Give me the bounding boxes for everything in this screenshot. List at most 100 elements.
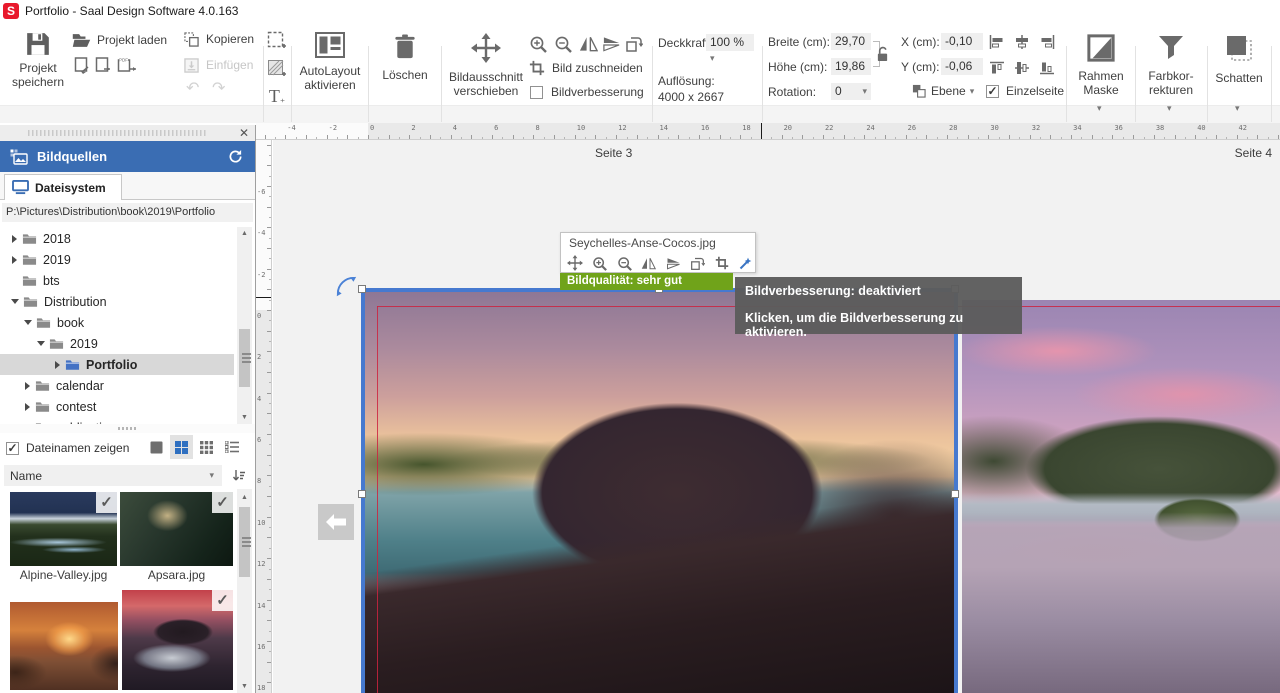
align-top-button[interactable] (988, 60, 1006, 76)
flip-horizontal-button[interactable] (578, 34, 598, 54)
sort-direction-button[interactable] (228, 465, 249, 486)
single-page-checkbox[interactable]: ✓ Einzelseite (986, 83, 1064, 99)
tree-item-publications[interactable]: publications (0, 417, 234, 424)
single-page-checkbox-box: ✓ (986, 85, 999, 98)
handle-mid-left[interactable] (358, 490, 366, 498)
overlay-crop-icon[interactable] (715, 256, 729, 270)
align-left-button[interactable] (988, 34, 1006, 50)
tree-scrollbar-thumb[interactable] (239, 329, 250, 387)
overlay-flip-h-icon[interactable] (641, 257, 656, 270)
view-single-icon (150, 441, 163, 454)
canvas[interactable]: Seite 3 Seite 4 Seychelles-Anse-Cocos.jp… (273, 140, 1280, 693)
crop-image-button[interactable]: Bild zuschneiden (529, 59, 643, 77)
delete-button[interactable]: Löschen (371, 27, 439, 105)
overlay-enhance-wand-icon[interactable] (738, 256, 753, 271)
tree-item-contest[interactable]: contest (0, 396, 234, 417)
align-middle-v-button[interactable] (1013, 60, 1031, 76)
panel-drag-handle[interactable]: ✕ (0, 125, 255, 141)
thumbnails-scrollbar-thumb[interactable] (239, 507, 250, 577)
tree-scroll-down-icon[interactable]: ▼ (237, 411, 252, 424)
panel-close-icon[interactable]: ✕ (239, 126, 249, 140)
flip-vertical-button[interactable] (601, 34, 621, 54)
redo-icon[interactable]: ↷ (212, 78, 225, 98)
overlay-flip-v-icon[interactable] (666, 257, 681, 270)
rotate-handle-icon[interactable] (333, 272, 361, 300)
handle-mid-right[interactable] (951, 490, 959, 498)
sort-dropdown[interactable]: Name ▾ (4, 465, 222, 486)
path-field[interactable]: P:\Pictures\Distribution\book\2019\Portf… (2, 203, 253, 222)
align-center-h-button[interactable] (1013, 34, 1031, 50)
shadow-button[interactable]: Schatten ▾ (1208, 27, 1270, 123)
tab-filesystem[interactable]: Dateisystem (4, 174, 122, 200)
list-options-row: ✓ Dateinamen zeigen (0, 433, 255, 463)
page4-photo[interactable] (962, 300, 1280, 693)
tree-item-calendar[interactable]: calendar (0, 375, 234, 396)
tree-item-2019[interactable]: 2019 (0, 249, 234, 270)
export-project-button[interactable] (94, 56, 112, 76)
zoom-out-button[interactable] (553, 34, 573, 54)
overlay-icon-row (567, 253, 753, 273)
view-single-button[interactable] (145, 435, 168, 459)
thumbnail-australien-fingal[interactable]: ✓ (122, 590, 233, 690)
move-image-section-button[interactable]: Bildausschnitt verschieben (446, 27, 526, 105)
image-enhancement-checkbox[interactable]: Bildverbesserung (530, 84, 644, 100)
rotate-image-icon (625, 35, 643, 53)
refresh-icon[interactable] (228, 149, 243, 164)
save-project-button[interactable]: Projekt speichern (8, 27, 68, 103)
paste-button[interactable]: Einfügen (184, 57, 253, 73)
overlay-zoom-in-icon[interactable] (592, 256, 607, 271)
overlay-rotate-icon[interactable] (690, 256, 705, 271)
x-input[interactable]: -0,10 (941, 33, 983, 50)
overlay-zoom-out-icon[interactable] (617, 256, 632, 271)
view-grid-3-button[interactable] (195, 435, 218, 459)
view-grid-2-button[interactable] (170, 435, 193, 459)
zoom-in-button[interactable] (528, 34, 548, 54)
frame-mask-button[interactable]: Rahmen Maske ▾ (1067, 27, 1135, 123)
import-project-button[interactable] (72, 56, 90, 76)
tree-item-2019-sub[interactable]: 2019 (0, 333, 234, 354)
tree-item-2018[interactable]: 2018 (0, 228, 234, 249)
overlay-move-icon[interactable] (567, 255, 583, 271)
rotate-image-button[interactable] (624, 34, 644, 54)
rotation-select[interactable]: 0 ▾ (831, 83, 871, 100)
thumbs-scroll-up-icon[interactable]: ▲ (237, 491, 252, 504)
show-filenames-checkbox[interactable]: ✓ Dateinamen zeigen (6, 441, 129, 455)
add-text-button[interactable]: T₊ (266, 84, 288, 108)
add-fill-button[interactable] (266, 58, 288, 80)
add-image-frame-button[interactable] (266, 30, 288, 52)
color-corrections-button[interactable]: Farbkor-rekturen ▾ (1136, 27, 1206, 123)
width-input[interactable]: 29,70 (831, 33, 871, 50)
panel-splitter[interactable] (0, 424, 255, 433)
thumbnail-alpine-valley[interactable]: ✓ (10, 492, 117, 566)
tree-item-bts[interactable]: bts (0, 270, 234, 291)
undo-icon[interactable]: ↶ (186, 78, 199, 98)
thumbnail-apsara[interactable]: ✓ (120, 492, 233, 566)
thumbs-scroll-down-icon[interactable]: ▼ (237, 680, 252, 693)
y-input[interactable]: -0,06 (941, 58, 983, 75)
aspect-lock-icon[interactable] (876, 46, 889, 63)
thumbnail-australia-whisky-bay[interactable] (10, 602, 118, 690)
pdf-export-button[interactable]: PDF (116, 56, 138, 76)
tree-item-portfolio-selected[interactable]: Portfolio (0, 354, 234, 375)
panel-title: Bildquellen (37, 149, 107, 164)
sort-ascending-icon (232, 469, 246, 483)
align-middle-v-icon (1014, 61, 1030, 75)
tree-scroll-up-icon[interactable]: ▲ (237, 227, 252, 240)
tree-item-distribution[interactable]: Distribution (0, 291, 234, 312)
layer-dropdown[interactable]: Ebene ▾ (912, 83, 974, 99)
autolayout-button[interactable]: AutoLayout aktivieren (293, 27, 367, 105)
prev-page-button[interactable] (318, 504, 354, 540)
align-bottom-button[interactable] (1038, 60, 1056, 76)
tree-item-book[interactable]: book (0, 312, 234, 333)
view-list-button[interactable] (220, 435, 243, 459)
copy-button[interactable]: Kopieren (184, 31, 254, 47)
align-right-button[interactable] (1038, 34, 1056, 50)
selection-frame[interactable] (361, 288, 958, 693)
opacity-select[interactable]: 100 % ▾ (706, 34, 754, 51)
tree-scrollbar[interactable]: ▲ ▼ (237, 227, 252, 424)
height-input[interactable]: 19,86 (831, 58, 871, 75)
h-ruler-cursor-marker (761, 123, 762, 140)
panel-tab-bar: Dateisystem (0, 172, 255, 200)
thumbnails-scrollbar[interactable]: ▲ ▼ (237, 489, 252, 693)
load-project-button[interactable]: Projekt laden (72, 31, 167, 49)
